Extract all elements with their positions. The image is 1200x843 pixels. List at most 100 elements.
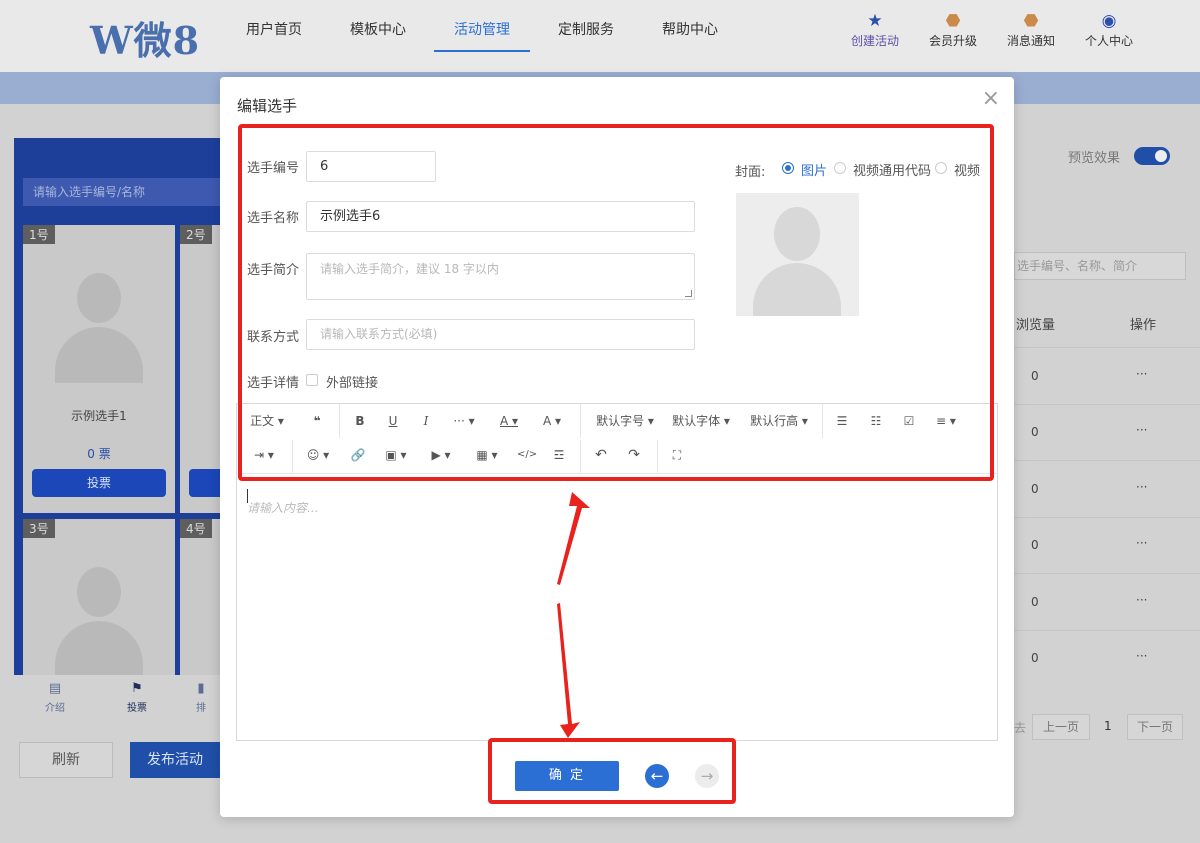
rich-text-editor[interactable]: 正文 ▾ ❝ B U I ··· ▾ A ▾ A ▾ 默认字号 ▾ 默认字体 ▾…	[236, 403, 998, 741]
contestant-card[interactable]: 4号	[180, 519, 224, 675]
preview-tab-rank[interactable]: ▮ 排	[178, 675, 224, 720]
font-color-icon[interactable]: A ▾	[496, 410, 522, 432]
video-icon[interactable]: ▶ ▾	[428, 444, 454, 466]
member-upgrade-button[interactable]: ⬣ 会员升级	[914, 10, 992, 49]
cover-radio-video[interactable]	[935, 162, 947, 174]
align-icon[interactable]: ≡ ▾	[933, 410, 959, 432]
bold-icon[interactable]: B	[351, 410, 369, 432]
resize-handle-icon[interactable]	[685, 290, 692, 297]
row-more-button[interactable]: ···	[1136, 367, 1147, 381]
line-height-dropdown[interactable]: 默认行高 ▾	[747, 410, 811, 432]
avatar-placeholder-icon	[774, 207, 820, 261]
arrow-right-icon[interactable]: →	[695, 764, 719, 788]
bullet-list-icon[interactable]: ☰	[833, 410, 851, 432]
row-more-button[interactable]: ···	[1136, 593, 1147, 607]
card-number-badge: 1号	[23, 225, 55, 244]
divider-icon[interactable]: ☲	[550, 444, 568, 466]
redo-icon[interactable]: ↷	[625, 444, 643, 466]
editor-placeholder: 请输入内容...	[247, 501, 319, 515]
arrow-left-icon[interactable]: ←	[645, 764, 669, 788]
intro-textarea[interactable]: 请输入选手简介，建议 18 字以内	[306, 253, 695, 300]
bar-chart-icon: ▮	[197, 681, 205, 696]
create-activity-button[interactable]: ★ 创建活动	[836, 10, 914, 49]
contestant-card[interactable]: 2号	[180, 225, 224, 513]
publish-activity-button[interactable]: 发布活动	[130, 742, 220, 778]
numbered-list-icon[interactable]: ☷	[867, 410, 885, 432]
name-input[interactable]: 示例选手6	[306, 201, 695, 232]
emoji-icon[interactable]: ☺ ▾	[305, 444, 331, 466]
contestant-card[interactable]: 3号	[23, 519, 175, 675]
fullscreen-icon[interactable]: ⛶	[668, 444, 686, 466]
row-views: 0	[1031, 482, 1039, 496]
underline-icon[interactable]: U	[384, 410, 402, 432]
avatar-placeholder-body	[753, 263, 841, 316]
link-icon[interactable]: 🔗	[349, 444, 367, 466]
contestant-card[interactable]: 1号 示例选手1 0 票 投票	[23, 225, 175, 513]
todo-icon[interactable]: ☑	[900, 410, 918, 432]
pager-current-page: 1	[1104, 719, 1112, 733]
toolbar-separator	[822, 404, 823, 438]
avatar-placeholder-icon	[55, 265, 143, 385]
nav-activity-management[interactable]: 活动管理	[430, 0, 534, 52]
card-vote-button[interactable]	[189, 469, 224, 497]
bell-icon: ⬣	[1023, 11, 1039, 31]
row-more-button[interactable]: ···	[1136, 536, 1147, 550]
preview-tab-vote[interactable]: ⚑ 投票	[96, 675, 178, 720]
user-icon: ◉	[1101, 11, 1117, 31]
preview-tab-intro[interactable]: ▤ 介绍	[14, 675, 96, 720]
row-views: 0	[1031, 595, 1039, 609]
code-icon[interactable]: </>	[517, 444, 537, 466]
notifications-label: 消息通知	[1006, 34, 1055, 48]
column-header-actions: 操作	[1130, 318, 1157, 333]
quote-icon[interactable]: ❝	[307, 410, 327, 432]
personal-center-button[interactable]: ◉ 个人中心	[1070, 10, 1148, 49]
nav-home[interactable]: 用户首页	[222, 0, 326, 52]
card-vote-count: 0 票	[87, 447, 111, 461]
refresh-button[interactable]: 刷新	[19, 742, 113, 778]
row-more-button[interactable]: ···	[1136, 649, 1147, 663]
editor-toolbar: 正文 ▾ ❝ B U I ··· ▾ A ▾ A ▾ 默认字号 ▾ 默认字体 ▾…	[237, 404, 997, 474]
logo[interactable]: W微8	[90, 10, 200, 65]
nav-help[interactable]: 帮助中心	[638, 0, 742, 52]
intro-placeholder: 请输入选手简介，建议 18 字以内	[320, 262, 499, 276]
font-family-dropdown[interactable]: 默认字体 ▾	[669, 410, 733, 432]
preview-toggle-label: 预览效果	[1068, 151, 1121, 166]
card-vote-button[interactable]: 投票	[32, 469, 166, 497]
undo-icon[interactable]: ↶	[592, 444, 610, 466]
doc-icon: ▤	[48, 681, 62, 696]
confirm-button[interactable]: 确 定	[515, 761, 619, 791]
bg-color-icon[interactable]: A ▾	[539, 410, 565, 432]
nav-custom-service[interactable]: 定制服务	[534, 0, 638, 52]
preview-toggle[interactable]	[1134, 147, 1170, 165]
italic-icon[interactable]: I	[417, 410, 435, 432]
cover-radio-video-label: 视频	[954, 164, 981, 179]
mobile-preview: 请输入选手编号/名称 1号 示例选手1 0 票 投票 2号 3号 4号	[14, 138, 224, 675]
table-icon[interactable]: ▦ ▾	[474, 444, 500, 466]
avatar-placeholder-icon	[55, 559, 143, 675]
preview-search-input[interactable]: 请输入选手编号/名称	[23, 178, 223, 206]
external-link-checkbox[interactable]	[306, 374, 318, 386]
number-input[interactable]: 6	[306, 151, 436, 182]
contestant-search-input[interactable]: 选手编号、名称、简介	[1014, 252, 1186, 280]
cover-radio-video-code[interactable]	[834, 162, 846, 174]
contact-input[interactable]: 请输入联系方式(必填)	[306, 319, 695, 350]
cover-radio-image-label: 图片	[801, 164, 828, 179]
close-icon[interactable]: ×	[982, 88, 1000, 110]
preview-tab-bar: ▤ 介绍 ⚑ 投票 ▮ 排	[14, 675, 224, 720]
row-divider	[1014, 404, 1200, 405]
paragraph-icon[interactable]: 正文 ▾	[247, 410, 287, 432]
notifications-button[interactable]: ⬣ 消息通知	[992, 10, 1070, 49]
font-size-dropdown[interactable]: 默认字号 ▾	[593, 410, 657, 432]
nav-templates[interactable]: 模板中心	[326, 0, 430, 52]
more-icon[interactable]: ··· ▾	[449, 410, 479, 432]
pager-prev-button[interactable]: 上一页	[1032, 714, 1090, 740]
image-icon[interactable]: ▣ ▾	[383, 444, 409, 466]
flag-icon: ⚑	[131, 681, 143, 696]
header-tools: ★ 创建活动 ⬣ 会员升级 ⬣ 消息通知 ◉ 个人中心	[836, 10, 1148, 49]
indent-icon[interactable]: ⇥ ▾	[251, 444, 277, 466]
row-more-button[interactable]: ···	[1136, 423, 1147, 437]
pager-next-button[interactable]: 下一页	[1127, 714, 1183, 740]
row-more-button[interactable]: ···	[1136, 480, 1147, 494]
cover-radio-image[interactable]	[782, 162, 794, 174]
cover-image-upload[interactable]	[736, 193, 859, 316]
